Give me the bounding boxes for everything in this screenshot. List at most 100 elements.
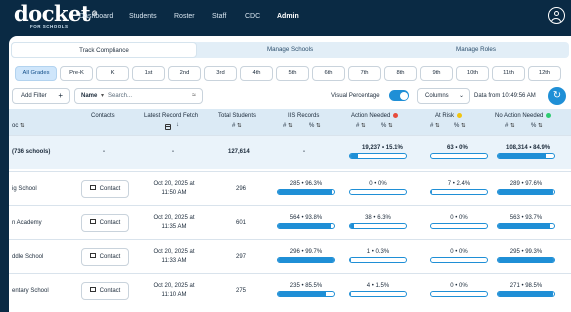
grade-prek[interactable]: Pre-K [60, 66, 93, 81]
visual-percentage-label: Visual Percentage [331, 93, 380, 99]
summary-noaction-bar [497, 153, 555, 159]
nav-admin[interactable]: Admin [277, 13, 299, 20]
header-noaction-count[interactable]: # ⇅ [505, 123, 515, 129]
action-bar [349, 291, 407, 297]
header-action-count[interactable]: # ⇅ [356, 123, 366, 129]
tab-track-compliance[interactable]: Track Compliance [11, 42, 197, 58]
add-filter-button[interactable]: Add Filter + [12, 88, 70, 104]
action-bar [349, 223, 407, 229]
nav-dashboard[interactable]: Dashboard [79, 13, 113, 20]
header-iis-percent[interactable]: % ⇅ [309, 123, 321, 129]
header-name[interactable]: oc ⇅ [12, 123, 25, 129]
summary-noaction: 108,314 • 84.9% [506, 145, 551, 151]
top-nav-bar: docket® FOR SCHOOLS Dashboard Students R… [0, 0, 571, 36]
header-latest-fetch: Latest Record Fetch [144, 113, 199, 119]
summary-fetch: - [172, 149, 174, 155]
grade-8th[interactable]: 8th [384, 66, 417, 81]
action-bar [349, 189, 407, 195]
grade-11th[interactable]: 11th [492, 66, 525, 81]
summary-name: (736 schools) [12, 149, 51, 155]
columns-label: Columns [425, 93, 449, 99]
summary-action-bar [349, 153, 407, 159]
calendar-icon[interactable] [165, 124, 171, 130]
atrisk-bar [430, 257, 488, 263]
main-panel: Track Compliance Manage Schools Manage R… [9, 36, 571, 312]
summary-action: 19,237 • 15.1% [362, 145, 403, 151]
header-atrisk-percent[interactable]: % ⇅ [454, 123, 466, 129]
grade-all[interactable]: All Grades [15, 66, 57, 81]
school-name[interactable]: ig School [12, 186, 37, 192]
action-needed: 1 • 0.3% [366, 249, 390, 255]
yellow-status-dot [457, 113, 463, 118]
nav-cdc[interactable]: CDC [245, 13, 260, 20]
mail-icon [89, 287, 96, 292]
nav-students[interactable]: Students [129, 13, 157, 20]
no-action-needed: 563 • 93.7% [509, 215, 543, 221]
grade-2nd[interactable]: 2nd [168, 66, 201, 81]
fetch-time: 11:10 AM [161, 292, 187, 298]
grade-4th[interactable]: 4th [240, 66, 273, 81]
nav-staff[interactable]: Staff [212, 13, 226, 20]
grade-6th[interactable]: 6th [312, 66, 345, 81]
refresh-button[interactable]: ↻ [548, 87, 566, 105]
grade-9th[interactable]: 9th [420, 66, 453, 81]
logo-subtitle: FOR SCHOOLS [30, 24, 69, 29]
sliders-icon[interactable]: ≈ [192, 89, 196, 103]
total-students: 297 [235, 254, 246, 260]
mail-icon [89, 219, 96, 224]
school-name[interactable]: entary School [12, 288, 49, 294]
data-timestamp: Data from 10:49:56 AM [474, 93, 536, 99]
header-no-action: No Action Needed [495, 113, 552, 119]
contact-button[interactable]: Contact [81, 214, 129, 232]
header-atrisk-count[interactable]: # ⇅ [430, 123, 440, 129]
action-needed: 0 • 0% [369, 181, 387, 187]
header-at-risk: At Risk [435, 113, 463, 119]
grade-10th[interactable]: 10th [456, 66, 489, 81]
table-row: ddle School Contact Oct 20, 2025 at 11:3… [9, 239, 571, 273]
search-placeholder: Search... [108, 93, 133, 99]
grade-3rd[interactable]: 3rd [204, 66, 237, 81]
fetch-date: Oct 20, 2025 at [153, 283, 195, 289]
contact-button[interactable]: Contact [81, 248, 129, 266]
user-account-icon[interactable] [548, 7, 565, 24]
no-action-needed: 289 • 97.6% [509, 181, 543, 187]
iis-bar [277, 189, 335, 195]
contact-label: Contact [99, 220, 121, 226]
noaction-bar [497, 291, 555, 297]
grade-12th[interactable]: 12th [528, 66, 561, 81]
tab-manage-roles[interactable]: Manage Roles [383, 42, 569, 58]
school-name[interactable]: n Academy [12, 220, 42, 226]
summary-atrisk: 63 • 0% [447, 145, 468, 151]
sort-desc-icon[interactable]: ↓ [176, 122, 179, 128]
fetch-date: Oct 20, 2025 at [153, 181, 195, 187]
tab-manage-schools[interactable]: Manage Schools [197, 42, 383, 58]
grade-k[interactable]: K [96, 66, 129, 81]
columns-dropdown[interactable]: Columns ⌄ [417, 88, 470, 104]
at-risk: 0 • 0% [450, 283, 468, 289]
grade-7th[interactable]: 7th [348, 66, 381, 81]
contact-button[interactable]: Contact [81, 180, 129, 198]
tab-strip: Track Compliance Manage Schools Manage R… [11, 42, 569, 58]
iis-records: 285 • 96.3% [289, 181, 323, 187]
search-field-selector[interactable]: Name [81, 89, 97, 103]
header-total-students: Total Students [218, 113, 257, 119]
grade-1st[interactable]: 1st [132, 66, 165, 81]
header-noaction-percent[interactable]: % ⇅ [531, 123, 543, 129]
table-row: ig School Contact Oct 20, 2025 at 11:50 … [9, 171, 571, 205]
nav-roster[interactable]: Roster [174, 13, 195, 20]
search-input[interactable]: Name ▾ Search... ≈ [74, 88, 203, 104]
grade-5th[interactable]: 5th [276, 66, 309, 81]
add-filter-label: Add Filter [21, 93, 47, 99]
fetch-time: 11:50 AM [161, 190, 187, 196]
action-bar [349, 257, 407, 263]
header-iis-count[interactable]: # ⇅ [283, 123, 293, 129]
visual-percentage-toggle[interactable] [389, 90, 409, 101]
chevron-down-icon: ▾ [101, 93, 105, 99]
contact-button[interactable]: Contact [81, 282, 129, 300]
refresh-icon: ↻ [552, 90, 562, 101]
header-contacts: Contacts [91, 113, 115, 119]
school-name[interactable]: ddle School [12, 254, 43, 260]
header-total-students-count[interactable]: # ⇅ [232, 123, 242, 129]
iis-records: 296 • 99.7% [289, 249, 323, 255]
header-action-percent[interactable]: % ⇅ [381, 123, 393, 129]
